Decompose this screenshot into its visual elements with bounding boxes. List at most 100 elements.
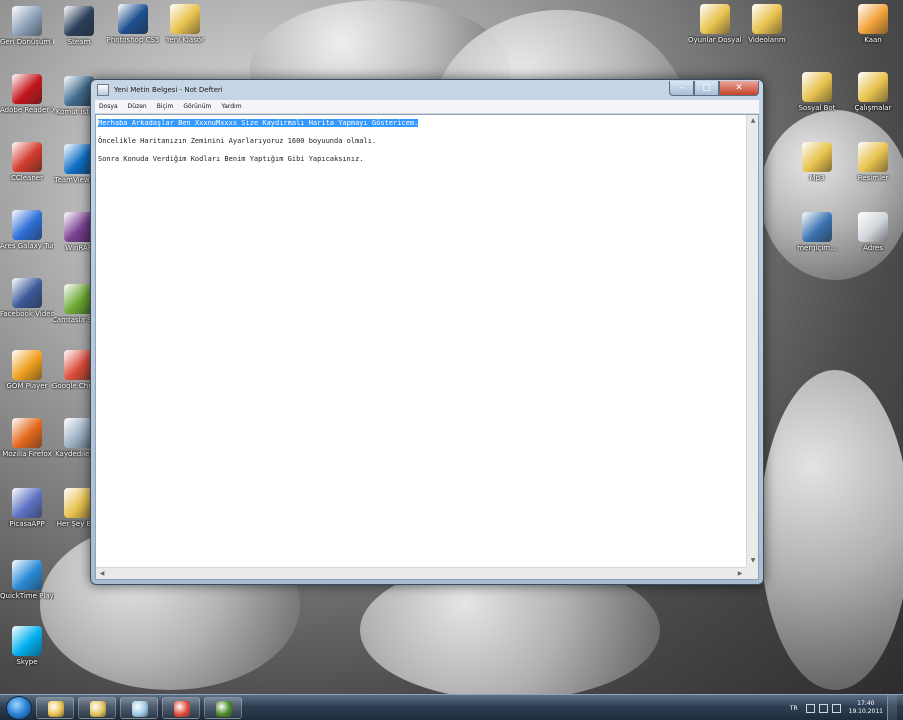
desktop-icon[interactable]: Geri Dönüşüm Kutusu (0, 6, 54, 46)
facebook-icon (12, 278, 42, 308)
vertical-scrollbar[interactable]: ▲ ▼ (746, 115, 758, 567)
ares-icon (12, 210, 42, 240)
desktop-icon[interactable]: Resimler (846, 142, 900, 182)
taskbar-button-camtasia[interactable] (204, 696, 242, 719)
menu-bar: Dosya Düzen Biçim Görünüm Yardım (95, 100, 759, 114)
desktop-icon[interactable]: QuickTime Player (0, 560, 54, 600)
desktop-icon-label: Steam (67, 38, 91, 46)
taskbar-button-explorer[interactable] (36, 696, 74, 719)
folder-icon (170, 4, 200, 34)
text-line[interactable]: Öncelikle Haritanızın Zeminini Ayarlarıy… (98, 137, 744, 155)
system-tray: TR 17:40 19.10.2011 (790, 695, 903, 720)
desktop-icon-label: mergiçim... (797, 244, 837, 252)
desktop-icon[interactable]: GOM Player (0, 350, 54, 390)
maximize-button[interactable]: □ (694, 81, 719, 96)
folder-icon (858, 142, 888, 172)
menu-edit[interactable]: Düzen (128, 103, 147, 110)
user-folder-icon (858, 4, 888, 34)
resize-grip[interactable] (746, 567, 758, 579)
minimize-button[interactable]: – (669, 81, 694, 96)
desktop-icon[interactable]: Facebook Video Ca... (0, 278, 54, 318)
recycle-bin-icon (12, 6, 42, 36)
desktop-icon[interactable]: Adres (846, 212, 900, 252)
text-editor[interactable]: Merhaba Arkadaşlar Ben XxxnuMxxxx Size K… (95, 114, 759, 580)
menu-help[interactable]: Yardım (221, 103, 241, 110)
desktop-icon[interactable]: Adobe Reader X (0, 74, 54, 114)
desktop-icon-label: Adres (863, 244, 883, 252)
desktop-icon-label: Oyunlar Dosyaları (688, 36, 742, 44)
chrome-icon (174, 700, 190, 717)
desktop-icon[interactable]: Photoshop CS5 (106, 4, 160, 44)
start-button[interactable] (6, 695, 32, 720)
python-icon (802, 212, 832, 242)
title-bar[interactable]: Yeni Metin Belgesi - Not Defteri (91, 80, 763, 100)
wallpaper-shape (760, 110, 903, 280)
text-content[interactable]: Merhaba Arkadaşlar Ben XxxnuMxxxx Size K… (98, 119, 744, 567)
gom-player-icon (12, 350, 42, 380)
language-indicator[interactable]: TR (790, 705, 798, 712)
skype-icon (12, 626, 42, 656)
notepad-icon (97, 84, 109, 96)
quicktime-icon (12, 560, 42, 590)
wallpaper-shape (760, 370, 903, 690)
network-icon[interactable] (818, 703, 828, 713)
desktop-icon-label: Sosyal Bot (798, 104, 836, 112)
desktop-icon-label: Ares Galaxy Turbo (0, 242, 54, 250)
app-icon (858, 212, 888, 242)
menu-file[interactable]: Dosya (99, 103, 118, 110)
scroll-right-icon[interactable]: ▶ (734, 568, 746, 580)
desktop-icon[interactable]: Mp3 (790, 142, 844, 182)
desktop-icon[interactable]: Kaan (846, 4, 900, 44)
desktop-icon[interactable]: Videolarım (740, 4, 794, 44)
desktop-icon[interactable]: Çalışmalar (846, 72, 900, 112)
folder-icon (802, 142, 832, 172)
desktop-icon[interactable]: CCleaner (0, 142, 54, 182)
menu-format[interactable]: Biçim (157, 103, 174, 110)
folder-icon (700, 4, 730, 34)
desktop-icon-label: Videolarım (748, 36, 786, 44)
scroll-down-icon[interactable]: ▼ (747, 555, 759, 567)
desktop-icon[interactable]: Sosyal Bot (790, 72, 844, 112)
desktop-icon[interactable]: PicasaAPP (0, 488, 54, 528)
desktop-icon-label: Facebook Video Ca... (0, 310, 54, 318)
desktop-icon-label: Çalışmalar (854, 104, 892, 112)
text-line[interactable]: Sonra Konuda Verdiğim Kodları Benim Yapt… (98, 155, 744, 173)
menu-view[interactable]: Görünüm (183, 103, 211, 110)
notepad-window[interactable]: Yeni Metin Belgesi - Not Defteri – □ ✕ D… (90, 79, 764, 585)
desktop-icon[interactable]: Yeni Klasör (158, 4, 212, 44)
taskbar-button-notepad[interactable] (120, 696, 158, 719)
picasa-icon (12, 488, 42, 518)
taskbar-button-chrome[interactable] (162, 696, 200, 719)
text-line[interactable]: Merhaba Arkadaşlar Ben XxxnuMxxxx Size K… (98, 119, 744, 137)
desktop-icon[interactable]: Mozilla Firefox (0, 418, 54, 458)
adobe-reader-icon (12, 74, 42, 104)
volume-icon[interactable] (831, 703, 841, 713)
folder-icon (752, 4, 782, 34)
horizontal-scrollbar[interactable]: ◀ ▶ (96, 567, 746, 579)
notepad-icon (132, 700, 148, 717)
desktop-icon[interactable]: mergiçim... (790, 212, 844, 252)
firefox-icon (12, 418, 42, 448)
desktop-icon-label: Yeni Klasör (166, 36, 204, 44)
desktop-icon[interactable]: Oyunlar Dosyaları (688, 4, 742, 44)
desktop-icon[interactable]: Steam (52, 6, 106, 46)
scroll-up-icon[interactable]: ▲ (747, 115, 759, 127)
clock-time: 17:40 (857, 700, 875, 708)
close-button[interactable]: ✕ (719, 81, 759, 96)
show-desktop-button[interactable] (887, 695, 897, 720)
ccleaner-icon (12, 142, 42, 172)
desktop-icon-label: Resimler (857, 174, 889, 182)
taskbar-button-winamp[interactable] (78, 696, 116, 719)
desktop-icon-label: Mozilla Firefox (2, 450, 52, 458)
clock[interactable]: 17:40 19.10.2011 (849, 700, 883, 716)
selected-text[interactable]: Merhaba Arkadaşlar Ben XxxnuMxxxx Size K… (98, 119, 419, 127)
desktop-icon-label: Kaan (864, 36, 882, 44)
flag-icon[interactable] (805, 703, 815, 713)
desktop-icon-label: Skype (16, 658, 38, 666)
scroll-left-icon[interactable]: ◀ (96, 568, 108, 580)
folder-icon (858, 72, 888, 102)
clock-date: 19.10.2011 (848, 708, 883, 715)
desktop-icon-label: CCleaner (11, 174, 43, 182)
desktop-icon[interactable]: Skype (0, 626, 54, 666)
desktop-icon[interactable]: Ares Galaxy Turbo (0, 210, 54, 250)
